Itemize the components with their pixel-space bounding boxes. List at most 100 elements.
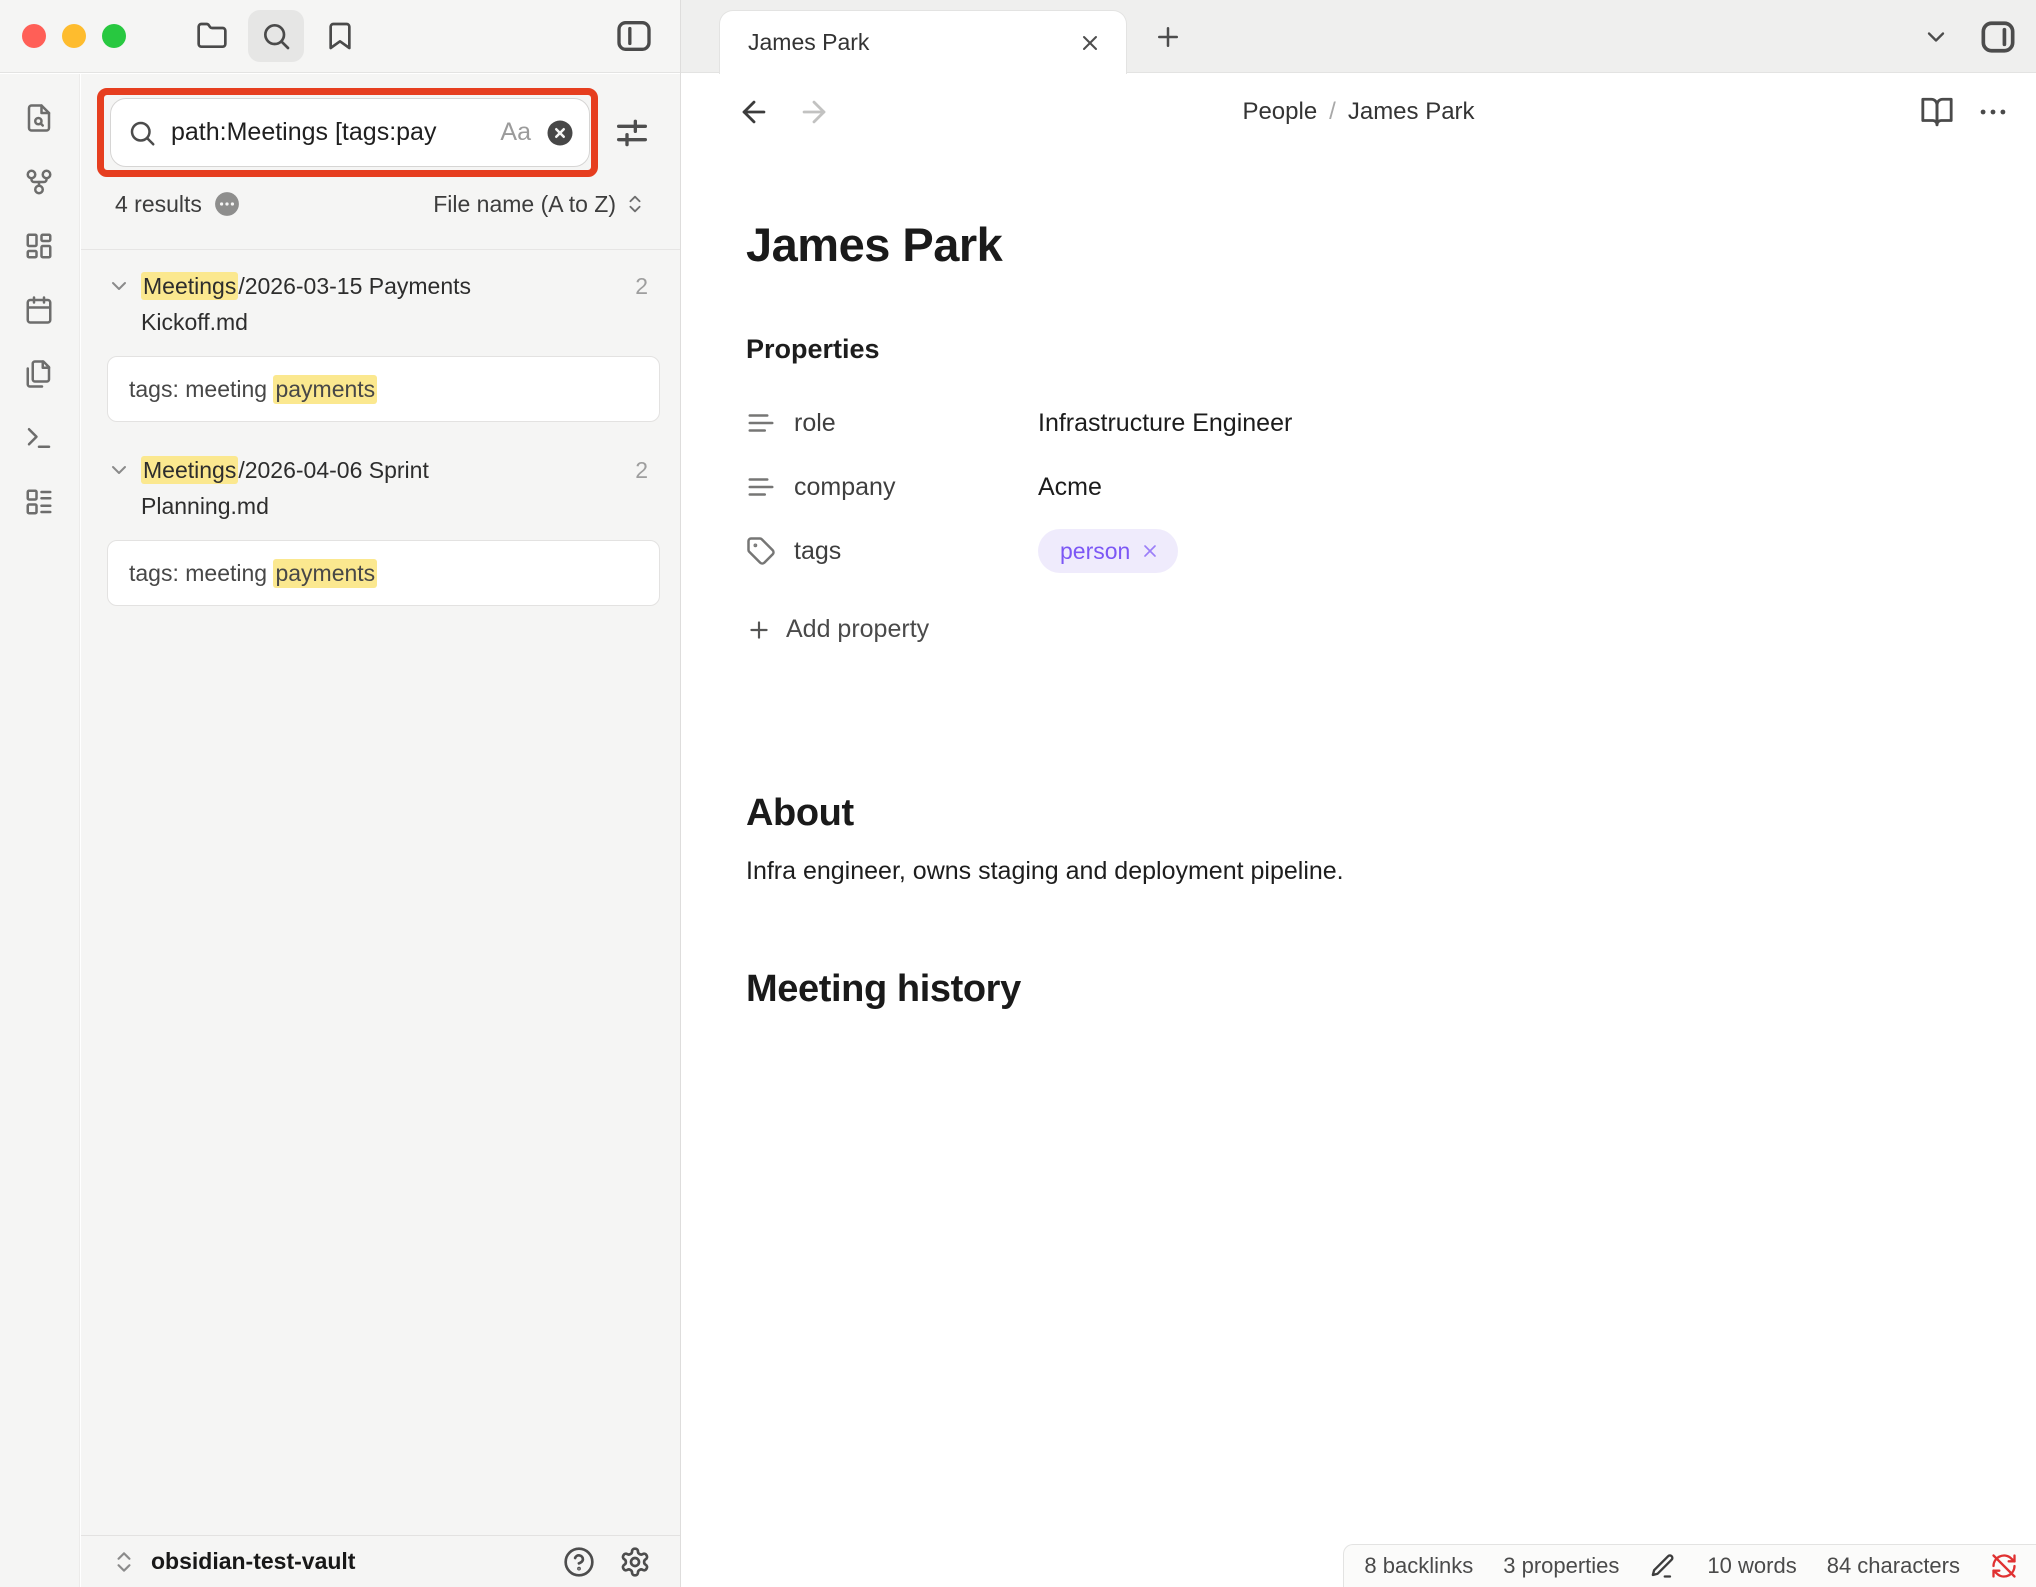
- calendar-icon: [24, 295, 56, 325]
- tag-pill-person[interactable]: person: [1038, 529, 1178, 573]
- collapse-left-sidebar-button[interactable]: [606, 10, 662, 62]
- tab-bar: James Park: [681, 0, 2036, 73]
- search-match[interactable]: tags: meeting payments: [107, 356, 660, 422]
- tag-icon[interactable]: [746, 536, 776, 566]
- match-highlight: payments: [273, 559, 377, 588]
- more-options-button[interactable]: [1976, 95, 2010, 129]
- ribbon-canvas-button[interactable]: [24, 230, 56, 262]
- sliders-icon: [612, 113, 652, 153]
- results-summary: 4 results: [115, 191, 240, 218]
- search-tab-button[interactable]: [248, 10, 304, 62]
- remove-tag-button[interactable]: [1140, 541, 1160, 561]
- divider: [680, 0, 681, 1587]
- note-content: James Park Properties role Infrastructur…: [681, 151, 2036, 1011]
- ellipsis-icon: [1976, 95, 2010, 129]
- properties-heading: Properties: [746, 334, 1956, 365]
- property-name[interactable]: role: [794, 409, 1038, 438]
- search-input[interactable]: Aa: [110, 98, 590, 167]
- titlebar: [0, 0, 680, 73]
- zoom-window-button[interactable]: [102, 24, 126, 48]
- property-name[interactable]: tags: [794, 537, 1038, 566]
- help-circle-icon: [563, 1546, 595, 1578]
- sync-off-icon: [1990, 1552, 2018, 1580]
- add-property-button[interactable]: Add property: [746, 615, 929, 644]
- property-row-company: company Acme: [746, 455, 1956, 519]
- property-row-role: role Infrastructure Engineer: [746, 391, 1956, 455]
- tab-james-park[interactable]: James Park: [719, 10, 1127, 74]
- add-property-label: Add property: [786, 615, 929, 644]
- ribbon: [0, 74, 80, 1587]
- path-highlight: Meetings: [141, 456, 238, 484]
- match-text: tags: meeting: [129, 560, 273, 587]
- chevrons-up-down-icon: [624, 193, 646, 215]
- chevron-down-icon[interactable]: [107, 458, 131, 482]
- breadcrumb-page[interactable]: James Park: [1348, 98, 1475, 126]
- status-bar: 8 backlinks 3 properties 10 words 84 cha…: [1343, 1544, 2036, 1587]
- search-query-field[interactable]: [171, 118, 494, 147]
- folder-icon: [196, 20, 228, 52]
- text-property-icon[interactable]: [746, 472, 776, 502]
- expand-right-sidebar-button[interactable]: [1976, 15, 2020, 59]
- reading-view-button[interactable]: [1920, 95, 1954, 129]
- results-bar: 4 results File name (A to Z): [115, 186, 646, 222]
- backlinks-count[interactable]: 8 backlinks: [1364, 1553, 1473, 1579]
- search-result-header[interactable]: Meetings/2026-03-15 Payments Kickoff.md …: [107, 268, 660, 340]
- close-icon: [1078, 31, 1102, 55]
- editing-mode-toggle[interactable]: [1649, 1552, 1677, 1580]
- chevron-down-icon: [1922, 23, 1950, 51]
- sync-error-button[interactable]: [1990, 1552, 2018, 1580]
- chevron-down-icon[interactable]: [107, 274, 131, 298]
- property-value[interactable]: Acme: [1038, 473, 1102, 502]
- property-name[interactable]: company: [794, 473, 1038, 502]
- meeting-history-heading: Meeting history: [746, 968, 1956, 1011]
- bookmarks-tab-button[interactable]: [312, 10, 368, 62]
- sort-order-button[interactable]: File name (A to Z): [433, 191, 646, 218]
- sidebar-tab-buttons: [184, 10, 368, 62]
- files-icon: [24, 359, 56, 389]
- text-property-icon[interactable]: [746, 408, 776, 438]
- plus-icon: [746, 617, 772, 643]
- main-pane: James Park: [681, 0, 2036, 1587]
- close-tab-button[interactable]: [1078, 31, 1102, 55]
- obsidian-window: Aa 4 results File name (A to Z): [0, 0, 2036, 1587]
- search-match[interactable]: tags: meeting payments: [107, 540, 660, 606]
- help-button[interactable]: [563, 1546, 595, 1578]
- breadcrumb: People / James Park: [681, 73, 2036, 151]
- search-result: Meetings/2026-03-15 Payments Kickoff.md …: [81, 250, 680, 434]
- breadcrumb-folder[interactable]: People: [1242, 98, 1317, 126]
- ribbon-templates-button[interactable]: [24, 358, 56, 390]
- search-settings-button[interactable]: [609, 110, 655, 156]
- terminal-icon: [24, 423, 56, 453]
- tab-list-dropdown-button[interactable]: [1922, 23, 1950, 51]
- new-tab-button[interactable]: [1153, 22, 1183, 52]
- search-result-header[interactable]: Meetings/2026-04-06 Sprint Planning.md 2: [107, 452, 660, 524]
- circle-ellipsis-icon[interactable]: [214, 191, 240, 217]
- match-case-toggle[interactable]: Aa: [500, 118, 531, 147]
- search-results-list: Meetings/2026-03-15 Payments Kickoff.md …: [81, 250, 680, 1535]
- properties-count[interactable]: 3 properties: [1503, 1553, 1619, 1579]
- search-result: Meetings/2026-04-06 Sprint Planning.md 2…: [81, 434, 680, 618]
- vault-switcher[interactable]: obsidian-test-vault: [111, 1548, 355, 1575]
- ribbon-daily-note-button[interactable]: [24, 294, 56, 326]
- results-summary-text: 4 results: [115, 191, 202, 218]
- file-explorer-tab-button[interactable]: [184, 10, 240, 62]
- file-search-icon: [24, 103, 56, 133]
- panel-left-icon: [614, 16, 654, 56]
- close-window-button[interactable]: [22, 24, 46, 48]
- minimize-window-button[interactable]: [62, 24, 86, 48]
- breadcrumb-separator: /: [1317, 98, 1348, 126]
- ribbon-layout-list-button[interactable]: [24, 486, 56, 518]
- search-icon: [127, 118, 157, 148]
- character-count: 84 characters: [1827, 1553, 1960, 1579]
- graph-icon: [24, 167, 56, 197]
- ribbon-terminal-button[interactable]: [24, 422, 56, 454]
- settings-button[interactable]: [619, 1546, 651, 1578]
- ribbon-graph-view-button[interactable]: [24, 166, 56, 198]
- word-count: 10 words: [1707, 1553, 1796, 1579]
- match-count: 2: [635, 268, 648, 304]
- ribbon-file-search-button[interactable]: [24, 102, 56, 134]
- panel-right-icon: [1976, 15, 2020, 59]
- property-value[interactable]: Infrastructure Engineer: [1038, 409, 1292, 438]
- clear-search-button[interactable]: [545, 118, 575, 148]
- vault-footer: obsidian-test-vault: [81, 1535, 680, 1587]
